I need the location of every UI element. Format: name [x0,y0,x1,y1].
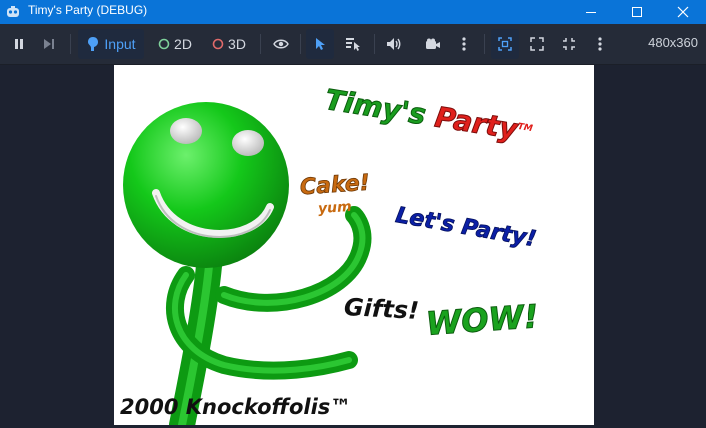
toolbar-separator [374,34,375,54]
more-options-button[interactable] [452,29,476,59]
gifts-text: Gifts! [343,293,420,325]
speaker-icon [387,38,401,50]
3d-mode-button[interactable]: 3D [206,29,252,59]
more-icon [598,37,602,51]
yum-text: yum [317,198,353,218]
more-options-button[interactable] [588,29,612,59]
fullscreen-button[interactable] [556,29,582,59]
2d-mode-label: 2D [174,36,192,52]
audio-button[interactable] [380,29,408,59]
input-mode-label: Input [104,36,136,52]
maximize-button[interactable] [614,0,660,24]
camera-icon [426,38,440,49]
title-bar: Timy's Party (DEBUG) [0,0,706,24]
select-arrow-icon [316,38,325,50]
debug-toolbar: Input 2D 3D 480x360 [0,24,706,65]
next-frame-button[interactable] [36,29,62,59]
3d-mode-label: 3D [228,36,246,52]
expand-button[interactable] [524,29,550,59]
3d-mode-icon [212,38,224,50]
app-icon [7,6,19,17]
fullscreen-icon [563,38,575,50]
more-icon [462,37,466,51]
select-button[interactable] [306,29,334,59]
expand-icon [530,37,544,51]
2d-mode-icon [158,38,170,50]
input-mode-button[interactable]: Input [78,29,144,59]
toolbar-separator [300,34,301,54]
window-title: Timy's Party (DEBUG) [28,3,148,17]
next-frame-icon [44,39,54,49]
visibility-button[interactable] [268,29,294,59]
timy-eye-left [170,118,202,144]
toolbar-separator [70,34,71,54]
game-viewport[interactable]: Timy's PartyTM Cake! yum Let's Party! Gi… [114,65,594,425]
wow-text: WOW! [424,297,540,344]
eye-icon [273,39,289,49]
close-button[interactable] [660,0,706,24]
toolbar-separator [484,34,485,54]
focus-frame-button[interactable] [491,29,519,59]
minimize-icon [586,12,596,13]
timy-eye-right [232,130,264,156]
list-select-icon [346,38,360,51]
list-select-button[interactable] [340,29,366,59]
pause-button[interactable] [6,29,32,59]
footer-text: 2000 Knockoffolis™ [120,395,352,419]
pause-icon [15,39,23,49]
input-icon [88,37,99,51]
minimize-button[interactable] [568,0,614,24]
2d-mode-button[interactable]: 2D [152,29,198,59]
maximize-icon [632,7,642,17]
camera-button[interactable] [420,29,446,59]
timy-head [123,102,289,268]
game-title-tm: TM [516,121,534,135]
focus-frame-icon [498,37,512,51]
resolution-label: 480x360 [648,35,698,50]
toolbar-separator [260,34,261,54]
cake-text: Cake! [299,170,371,201]
close-icon [677,6,689,18]
